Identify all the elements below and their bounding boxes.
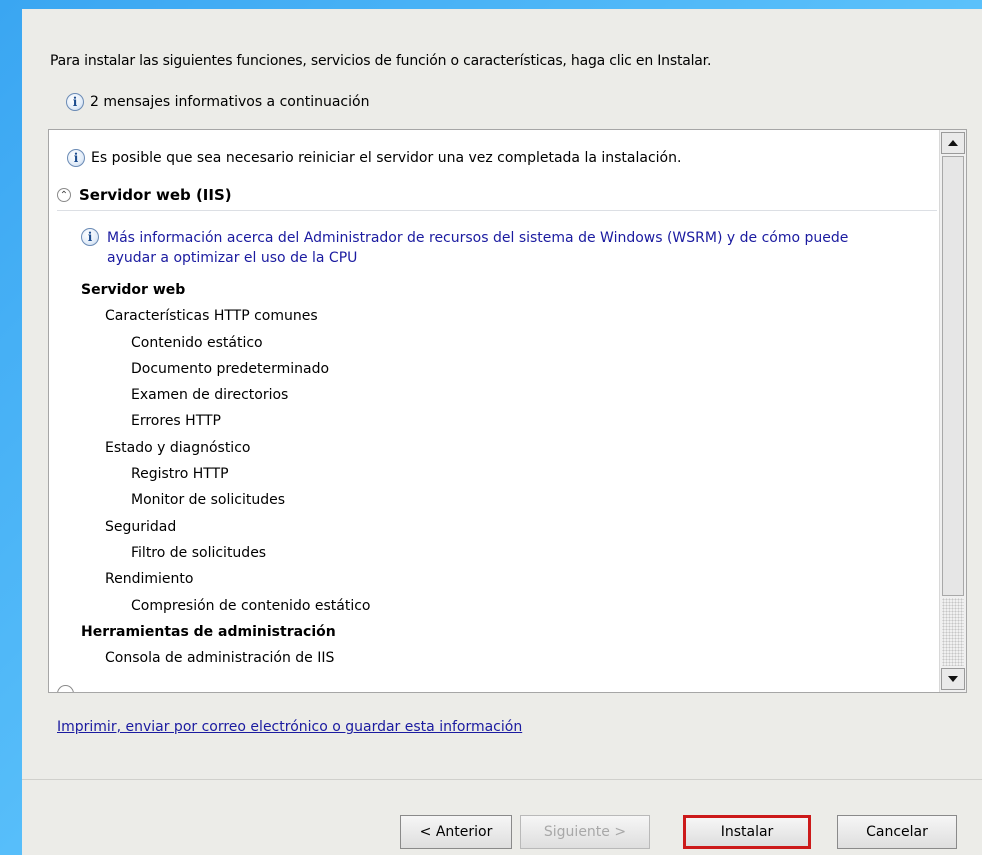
- tree-item: Estado y diagnóstico: [105, 439, 251, 456]
- back-button[interactable]: < Anterior: [400, 815, 512, 849]
- arrow-down-icon: [948, 676, 958, 682]
- scroll-up-button[interactable]: [941, 132, 965, 154]
- tree-item: Errores HTTP: [131, 413, 222, 430]
- role-services-tree: Servidor web Características HTTP comunes…: [81, 277, 370, 671]
- tree-item: Contenido estático: [131, 334, 263, 351]
- wizard-dialog: Para instalar las siguientes funciones, …: [22, 9, 982, 855]
- tree-item: Características HTTP comunes: [105, 308, 318, 325]
- cancel-button[interactable]: Cancelar: [837, 815, 957, 849]
- tree-item: Rendimiento: [105, 571, 194, 588]
- confirmation-panel: i Es posible que sea necesario reiniciar…: [48, 129, 967, 693]
- chevron-icon[interactable]: [57, 685, 74, 692]
- tree-item: Compresión de contenido estático: [131, 597, 371, 614]
- install-button[interactable]: Instalar: [683, 815, 811, 849]
- intro-text: Para instalar las siguientes funciones, …: [50, 53, 712, 69]
- scroll-thumb[interactable]: [942, 156, 964, 596]
- tree-item: Herramientas de administración: [81, 623, 336, 640]
- divider: [22, 779, 982, 780]
- next-button[interactable]: Siguiente >: [520, 815, 650, 849]
- wsrm-info-link[interactable]: Más información acerca del Administrador…: [107, 228, 897, 268]
- tree-item: Filtro de solicitudes: [131, 544, 267, 561]
- chevron-up-icon[interactable]: ⌃: [57, 188, 71, 202]
- confirmation-content: i Es posible que sea necesario reiniciar…: [49, 130, 939, 692]
- arrow-up-icon: [948, 140, 958, 146]
- section-title: Servidor web (IIS): [79, 186, 232, 204]
- info-icon: i: [81, 228, 99, 246]
- tree-item: Servidor web: [81, 282, 186, 298]
- info-icon: i: [66, 93, 84, 111]
- vertical-scrollbar[interactable]: [939, 130, 966, 692]
- restart-warning-text: Es posible que sea necesario reiniciar e…: [91, 150, 682, 166]
- tree-item: Documento predeterminado: [131, 360, 330, 377]
- tree-item: Seguridad: [105, 518, 177, 535]
- tree-item: Monitor de solicitudes: [131, 492, 285, 509]
- more-info-block: i Más información acerca del Administrad…: [81, 228, 897, 268]
- info-count-text: 2 mensajes informativos a continuación: [90, 94, 370, 110]
- tree-item: Consola de administración de IIS: [105, 650, 335, 667]
- scroll-track[interactable]: [942, 598, 964, 666]
- print-email-save-link[interactable]: Imprimir, enviar por correo electrónico …: [57, 719, 522, 735]
- info-icon: i: [67, 149, 85, 167]
- scroll-down-button[interactable]: [941, 668, 965, 690]
- restart-warning: i Es posible que sea necesario reiniciar…: [67, 149, 681, 167]
- section-header-iis[interactable]: ⌃ Servidor web (IIS): [57, 180, 937, 211]
- tree-item: Examen de directorios: [131, 387, 289, 404]
- tree-item: Registro HTTP: [131, 466, 229, 483]
- info-message-summary: i 2 mensajes informativos a continuación: [66, 93, 369, 111]
